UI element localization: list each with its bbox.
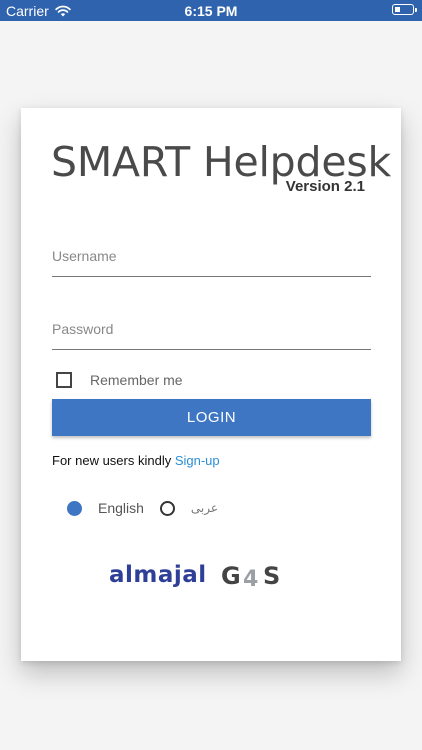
status-bar: Carrier 6:15 PM (0, 0, 422, 21)
app-version: Version 2.1 (285, 178, 365, 195)
signup-prefix: For new users kindly (52, 453, 175, 468)
battery-icon (392, 4, 417, 15)
language-english-label[interactable]: English (98, 500, 144, 516)
username-input[interactable] (52, 236, 371, 276)
language-selector: English عربى (67, 500, 234, 516)
signup-link[interactable]: Sign-up (175, 453, 220, 468)
language-arabic-label[interactable]: عربى (191, 501, 218, 515)
status-time: 6:15 PM (184, 3, 238, 19)
password-input[interactable] (52, 309, 371, 349)
signup-text: For new users kindly Sign-up (52, 453, 220, 468)
battery-level (394, 6, 400, 12)
login-card: SMART Helpdesk Version 2.1 Remember me L… (21, 108, 401, 661)
radio-arabic[interactable] (159, 500, 175, 516)
remember-checkbox[interactable] (56, 372, 72, 388)
remember-label: Remember me (90, 372, 183, 388)
g4s-logo: G 4 S (221, 562, 280, 590)
password-field (52, 309, 371, 350)
login-button[interactable]: LOGIN (52, 399, 371, 436)
remember-me[interactable]: Remember me (56, 372, 183, 388)
svg-text:G: G (221, 562, 241, 590)
almajal-logo: almajal (109, 562, 207, 588)
username-field (52, 236, 371, 277)
radio-english[interactable] (67, 500, 82, 516)
svg-text:4: 4 (243, 567, 258, 590)
partner-logos: almajal G 4 S (109, 560, 289, 590)
svg-text:S: S (263, 562, 280, 590)
